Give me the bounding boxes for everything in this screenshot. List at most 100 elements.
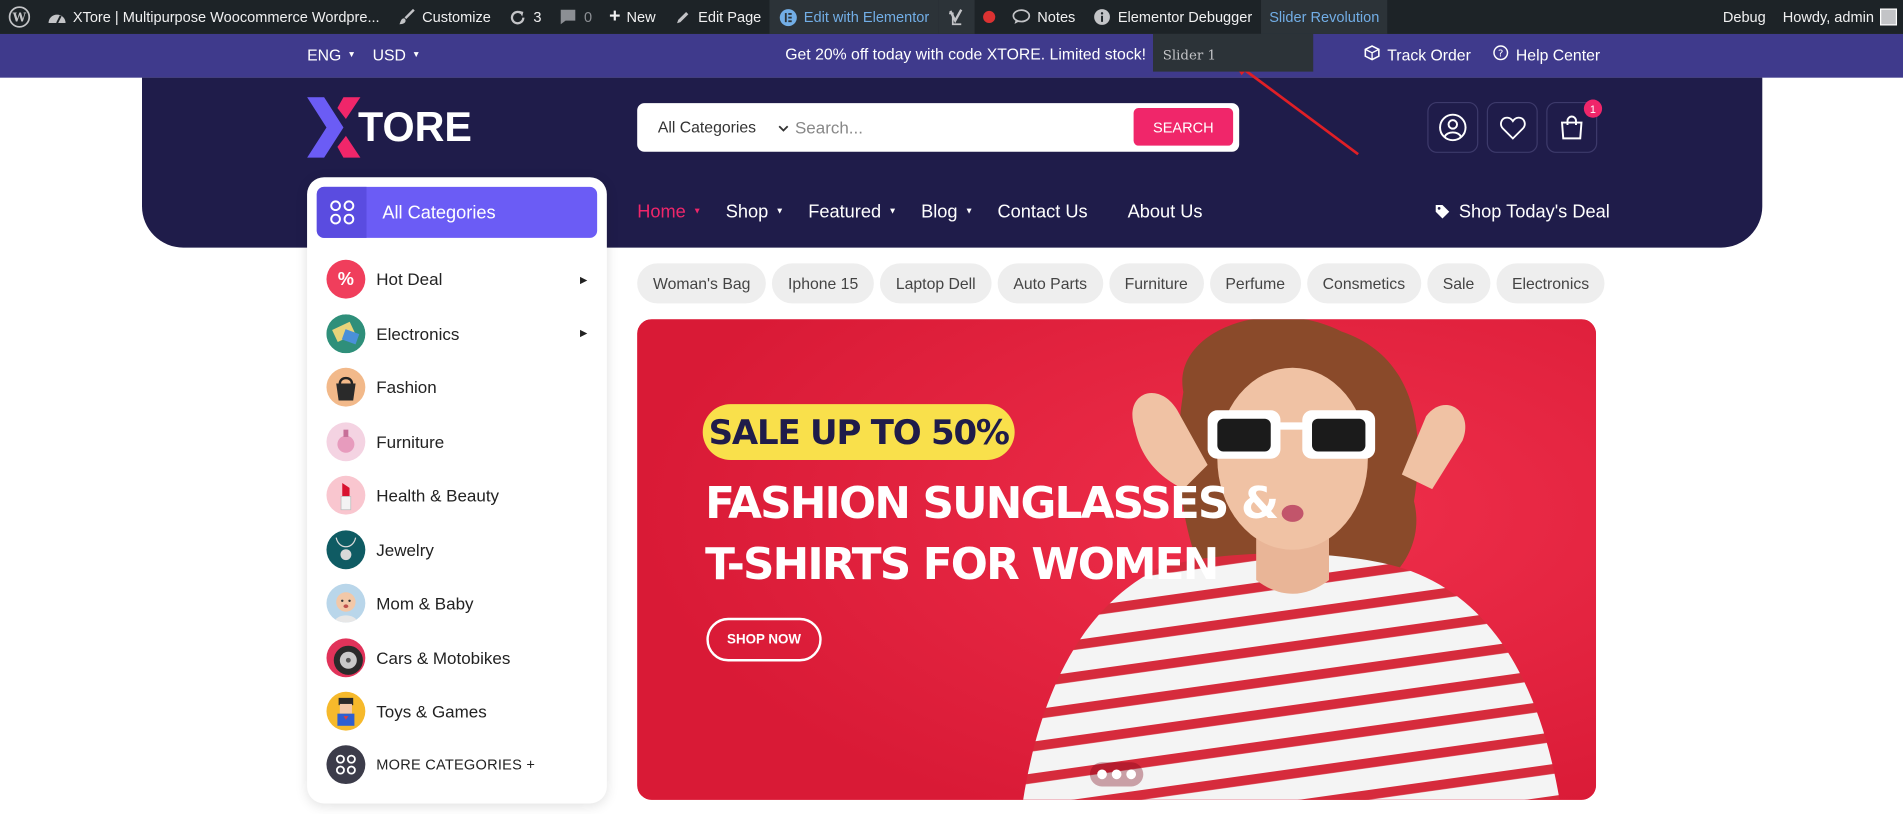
todays-deal-label: Shop Today's Deal — [1458, 201, 1610, 223]
handbag-thumbnail — [326, 368, 366, 407]
banner-headline-line: FASHION SUNGLASSES & — [705, 479, 1279, 530]
currency-select[interactable]: USD ▼ — [373, 46, 421, 64]
tag-chip[interactable]: Woman's Bag — [637, 263, 767, 304]
category-item-health-beauty[interactable]: Health & Beauty — [326, 468, 599, 522]
wheel-thumbnail — [326, 638, 366, 677]
category-item-cars-motobikes[interactable]: Cars & Motobikes — [326, 631, 599, 685]
category-item-furniture[interactable]: Furniture — [326, 414, 599, 468]
all-categories-button[interactable]: All Categories — [316, 186, 598, 238]
category-item-mom-baby[interactable]: Mom & Baby — [326, 577, 599, 631]
speech-bubble-icon — [1012, 7, 1031, 26]
seo-status-icon[interactable] — [974, 0, 1003, 34]
category-label: Electronics — [376, 323, 460, 344]
tag-chip[interactable]: Laptop Dell — [880, 263, 992, 304]
howdy-label: Howdy, admin — [1782, 8, 1874, 26]
search-category-select[interactable]: All Categories — [658, 118, 789, 136]
track-order-label: Track Order — [1387, 45, 1471, 64]
my-account-link[interactable]: Howdy, admin — [1774, 0, 1903, 34]
banner-headline-line: T-SHIRTS FOR WOMEN — [705, 540, 1219, 590]
currency-value: USD — [372, 46, 406, 65]
caret-down-icon: ▼ — [775, 207, 784, 217]
slider-dot[interactable] — [1097, 769, 1107, 780]
tag-chip[interactable]: Consmetics — [1306, 263, 1421, 304]
slider-dot[interactable] — [1126, 769, 1137, 780]
slider-revolution-dropdown-item[interactable]: Slider 1 — [1153, 33, 1314, 72]
notes-link[interactable]: Notes — [1003, 0, 1084, 34]
category-label: Fashion — [376, 377, 437, 398]
pencil-icon — [673, 7, 692, 26]
category-item-fashion[interactable]: Fashion — [326, 360, 599, 414]
customize-link[interactable]: Customize — [388, 0, 499, 34]
help-center-label: Help Center — [1515, 45, 1601, 64]
nav-item-blog[interactable]: Blog ▼ — [921, 201, 973, 222]
shopping-bag-icon — [1560, 115, 1583, 140]
wishlist-button[interactable] — [1486, 101, 1538, 153]
heart-icon — [1499, 116, 1526, 140]
nav-item-about[interactable]: About Us — [1128, 201, 1203, 222]
tag-chip[interactable]: Electronics — [1496, 263, 1605, 304]
track-order-link[interactable]: Track Order — [1364, 45, 1471, 64]
baby-thumbnail — [326, 584, 366, 623]
edit-with-elementor-link[interactable]: Edit with Elementor — [769, 0, 938, 34]
todays-deal-link[interactable]: Shop Today's Deal — [1435, 201, 1610, 222]
nav-item-contact[interactable]: Contact Us — [998, 201, 1088, 222]
category-label: Furniture — [376, 431, 445, 452]
help-center-link[interactable]: ? Help Center — [1493, 45, 1600, 64]
nav-item-featured[interactable]: Featured ▼ — [808, 201, 897, 222]
search-button[interactable]: SEARCH — [1133, 108, 1234, 146]
comments-link[interactable]: 0 — [550, 0, 601, 34]
avatar — [1880, 8, 1898, 26]
plus-icon: + — [609, 6, 621, 27]
category-item-electronics[interactable]: Electronics ▶ — [326, 306, 599, 360]
nav-item-label: About Us — [1127, 201, 1203, 223]
elementor-debugger-link[interactable]: Elementor Debugger — [1084, 0, 1261, 34]
account-button[interactable] — [1427, 101, 1479, 153]
language-select[interactable]: ENG ▼ — [307, 46, 356, 64]
slider-pagination — [1089, 762, 1144, 787]
category-label: Hot Deal — [376, 269, 443, 290]
shop-now-button[interactable]: SHOP NOW — [706, 617, 822, 662]
debug-label: Debug — [1722, 8, 1766, 26]
comment-icon — [558, 7, 577, 26]
elementor-icon — [778, 7, 797, 26]
edit-with-elementor-label: Edit with Elementor — [803, 8, 930, 26]
updates-icon — [508, 7, 527, 26]
category-item-toys-games[interactable]: Toys & Games — [326, 685, 599, 739]
category-item-jewelry[interactable]: Jewelry — [326, 522, 599, 576]
search-category-value: All Categories — [657, 117, 757, 136]
wordpress-logo-icon[interactable]: W — [0, 0, 39, 34]
more-categories-link[interactable]: MORE CATEGORIES + — [326, 745, 535, 785]
debug-link[interactable]: Debug — [1714, 0, 1774, 34]
help-icon: ? — [1493, 45, 1509, 64]
red-status-dot-icon — [982, 10, 995, 24]
tag-chip[interactable]: Iphone 15 — [772, 263, 875, 304]
search-input[interactable] — [794, 110, 1123, 145]
site-name-link[interactable]: XTore | Multipurpose Woocommerce Wordpre… — [39, 0, 388, 34]
all-categories-label: All Categories — [382, 202, 496, 223]
category-label: Mom & Baby — [376, 593, 474, 614]
slider-dot[interactable] — [1111, 769, 1122, 780]
chevron-down-icon — [778, 118, 789, 136]
new-content-link[interactable]: + New — [601, 0, 665, 34]
tag-chip[interactable]: Perfume — [1209, 263, 1301, 304]
yoast-seo-link[interactable] — [937, 0, 975, 34]
updates-link[interactable]: 3 — [499, 0, 550, 34]
tag-chip[interactable]: Auto Parts — [997, 263, 1103, 304]
cart-button[interactable]: 1 — [1546, 99, 1603, 153]
site-logo[interactable]: TORE — [307, 97, 472, 158]
popular-tags: Woman's Bag Iphone 15 Laptop Dell Auto P… — [637, 263, 1605, 304]
tag-chip[interactable]: Sale — [1426, 263, 1491, 304]
nav-item-label: Blog — [921, 201, 958, 223]
caret-down-icon: ▼ — [888, 207, 897, 217]
edit-page-link[interactable]: Edit Page — [664, 0, 770, 34]
slider-revolution-link[interactable]: Slider Revolution — [1260, 0, 1388, 34]
caret-down-icon: ▼ — [411, 50, 421, 60]
logo-text: TORE — [358, 103, 472, 150]
nav-item-home[interactable]: Home ▼ — [637, 201, 701, 222]
comments-count: 0 — [583, 8, 593, 26]
box-icon — [1364, 45, 1380, 64]
nav-item-shop[interactable]: Shop ▼ — [726, 201, 784, 222]
category-item-hot-deal[interactable]: % Hot Deal ▶ — [326, 252, 599, 306]
tag-chip[interactable]: Furniture — [1108, 263, 1204, 304]
nav-item-label: Shop — [725, 201, 769, 223]
